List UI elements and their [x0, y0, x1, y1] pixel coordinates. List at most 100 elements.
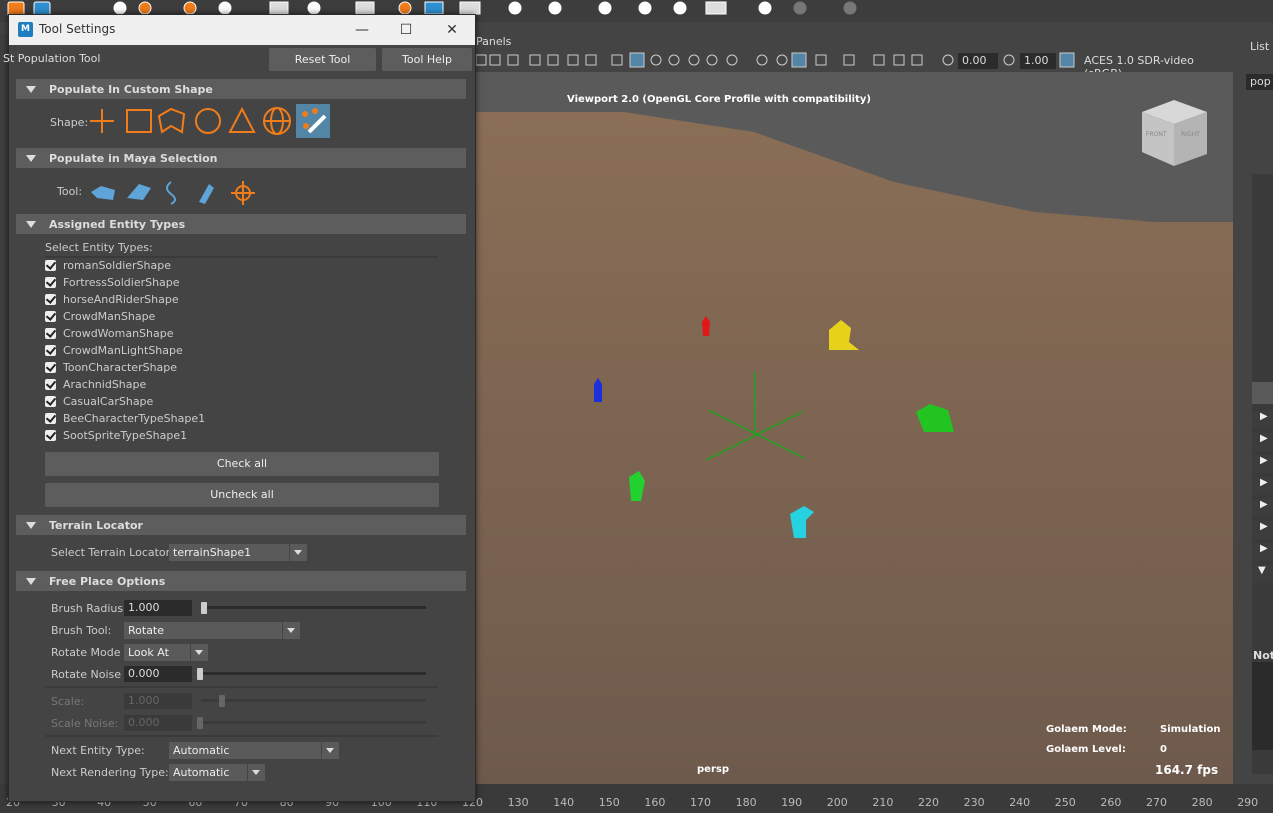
entity-checkbox[interactable]: [45, 396, 56, 407]
circle-icon[interactable]: [195, 108, 221, 134]
rotate-mode-select[interactable]: Look At: [124, 644, 208, 661]
cross-icon[interactable]: [90, 109, 114, 133]
vp-icon-13[interactable]: [706, 54, 718, 66]
entity-checkbox[interactable]: [45, 294, 56, 305]
shelf-icon-17[interactable]: [673, 1, 687, 15]
reset-tool-button[interactable]: Reset Tool: [269, 48, 376, 71]
rotate-noise-handle[interactable]: [197, 668, 203, 680]
scale-field[interactable]: 1.000: [124, 693, 192, 709]
vp-icon-21[interactable]: [893, 54, 905, 66]
shelf-icon-18[interactable]: [705, 1, 727, 15]
vp-icon-14[interactable]: [726, 54, 738, 66]
vp-icon-3[interactable]: [507, 54, 519, 66]
entity-checkbox[interactable]: [45, 328, 56, 339]
vp-icon-1[interactable]: [475, 54, 487, 66]
panels-menu[interactable]: Panels: [476, 35, 511, 48]
vp-icon-15[interactable]: [756, 54, 768, 66]
scale-noise-field[interactable]: 0.000: [124, 715, 192, 731]
section-entity-types[interactable]: Assigned Entity Types: [16, 214, 466, 234]
check-all-button[interactable]: Check all: [45, 452, 439, 476]
vp-icon-23[interactable]: [942, 54, 954, 66]
right-expand-8[interactable]: ▶: [1252, 543, 1273, 561]
right-expand-6[interactable]: ▶: [1252, 499, 1273, 517]
shelf-icon-6[interactable]: [218, 1, 232, 15]
vp-icon-2[interactable]: [489, 54, 501, 66]
right-panel-field[interactable]: pop: [1246, 74, 1273, 90]
next-rendering-type-select[interactable]: Automatic: [169, 764, 265, 781]
brush-radius-field[interactable]: 1.000: [124, 600, 192, 616]
entity-checkbox[interactable]: [45, 260, 56, 271]
particle-icon[interactable]: [199, 184, 214, 204]
scale-handle[interactable]: [219, 695, 225, 707]
viewport-scene[interactable]: FRONT RIGHT: [474, 72, 1233, 784]
maximize-button[interactable]: ☐: [391, 19, 421, 41]
shelf-icon-20[interactable]: [793, 1, 807, 15]
vp-icon-25[interactable]: [1059, 52, 1075, 68]
scale-noise-handle[interactable]: [197, 717, 203, 729]
shelf-icon-9[interactable]: [355, 1, 375, 15]
locator-icon[interactable]: [231, 181, 255, 205]
vp-icon-12[interactable]: [688, 54, 700, 66]
vp-icon-20[interactable]: [873, 54, 885, 66]
vp-icon-24[interactable]: [1003, 54, 1015, 66]
shelf-icon-15[interactable]: [598, 1, 612, 15]
vp-icon-11[interactable]: [668, 54, 680, 66]
surface-icon[interactable]: [91, 186, 115, 200]
vp-icon-5[interactable]: [547, 54, 559, 66]
entity-checkbox[interactable]: [45, 277, 56, 288]
right-expand-2[interactable]: ▶: [1252, 411, 1273, 429]
brush-radius-slider[interactable]: [201, 606, 426, 609]
vp-icon-22[interactable]: [911, 54, 923, 66]
shelf-icon-16[interactable]: [638, 1, 652, 15]
right-collapse-1[interactable]: ▼: [1252, 565, 1273, 583]
entity-checkbox[interactable]: [45, 362, 56, 373]
shelf-icon-13[interactable]: [508, 1, 522, 15]
vp-icon-18[interactable]: [815, 54, 827, 66]
viewport-field-b[interactable]: 1.00: [1020, 53, 1056, 69]
shelf-icon-3[interactable]: [113, 1, 127, 15]
uncheck-all-button[interactable]: Uncheck all: [45, 483, 439, 507]
vp-icon-8[interactable]: [611, 54, 623, 66]
sphere-icon[interactable]: [263, 107, 291, 135]
view-cube[interactable]: FRONT RIGHT: [1142, 100, 1207, 166]
vp-icon-4[interactable]: [529, 54, 541, 66]
right-expand-5[interactable]: ▶: [1252, 477, 1273, 495]
entity-checkbox[interactable]: [45, 430, 56, 441]
vp-icon-7[interactable]: [585, 54, 597, 66]
shelf-icon-4[interactable]: [138, 1, 152, 15]
polygon-icon[interactable]: [157, 107, 186, 134]
shelf-icon-19[interactable]: [758, 1, 772, 15]
entity-checkbox[interactable]: [45, 413, 56, 424]
vp-icon-9[interactable]: [629, 52, 645, 68]
notes-field[interactable]: [1252, 662, 1273, 750]
vp-icon-6[interactable]: [567, 54, 579, 66]
scale-slider[interactable]: [201, 699, 426, 702]
brush-radius-handle[interactable]: [201, 602, 207, 614]
rotate-noise-field[interactable]: 0.000: [124, 666, 192, 682]
close-button[interactable]: ✕: [437, 19, 467, 41]
entity-checkbox[interactable]: [45, 311, 56, 322]
minimize-button[interactable]: —: [347, 19, 377, 41]
plane-icon[interactable]: [127, 184, 151, 200]
section-free-place[interactable]: Free Place Options: [16, 571, 466, 591]
scale-noise-slider[interactable]: [201, 721, 426, 724]
shelf-icon-10[interactable]: [398, 1, 412, 15]
shelf-icon-12[interactable]: [459, 1, 481, 15]
square-icon[interactable]: [126, 109, 152, 133]
terrain-locator-select[interactable]: terrainShape1: [169, 544, 307, 561]
triangle-icon[interactable]: [228, 106, 256, 133]
right-expand-1[interactable]: [1252, 382, 1273, 404]
title-bar[interactable]: M Tool Settings — ☐ ✕: [9, 15, 475, 45]
section-custom-shape[interactable]: Populate In Custom Shape: [16, 79, 466, 99]
vp-icon-10[interactable]: [650, 54, 662, 66]
shelf-icon-7[interactable]: [269, 1, 289, 15]
shelf-icon-8[interactable]: [307, 1, 321, 15]
list-menu[interactable]: List: [1250, 40, 1269, 53]
right-expand-3[interactable]: ▶: [1252, 433, 1273, 451]
section-terrain[interactable]: Terrain Locator: [16, 515, 466, 535]
shelf-icon-21[interactable]: [843, 1, 857, 15]
entity-checkbox[interactable]: [45, 345, 56, 356]
right-expand-7[interactable]: ▶: [1252, 521, 1273, 539]
shelf-icon-11[interactable]: [424, 1, 444, 15]
vp-icon-19[interactable]: [843, 54, 855, 66]
